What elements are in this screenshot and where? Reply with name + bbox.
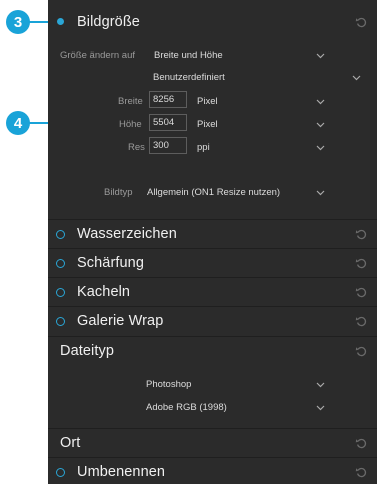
section-header-wasserzeichen[interactable]: Wasserzeichen xyxy=(48,220,377,248)
section-title-galerie-wrap: Galerie Wrap xyxy=(77,313,164,329)
chevron-down-icon[interactable] xyxy=(316,99,325,105)
width-unit-select[interactable]: Pixel xyxy=(197,96,218,107)
reset-icon[interactable] xyxy=(355,286,367,298)
section-header-schaerfung[interactable]: Schärfung xyxy=(48,249,377,277)
chevron-down-icon[interactable] xyxy=(316,190,325,196)
resize-mode-select[interactable]: Breite und Höhe xyxy=(154,50,223,61)
reset-icon[interactable] xyxy=(355,228,367,240)
section-enable-toggle[interactable] xyxy=(56,288,65,297)
section-title-schaerfung: Schärfung xyxy=(77,255,144,271)
section-title-dateityp: Dateityp xyxy=(60,343,114,359)
callout-badge-3: 3 xyxy=(6,10,30,34)
chevron-down-icon[interactable] xyxy=(316,145,325,151)
resolution-input[interactable]: 300 xyxy=(149,137,187,154)
reset-icon[interactable] xyxy=(355,257,367,269)
section-header-bildgroesse[interactable]: Bildgröße xyxy=(48,8,377,36)
chevron-down-icon[interactable] xyxy=(316,53,325,59)
height-unit-select[interactable]: Pixel xyxy=(197,119,218,130)
section-header-galerie-wrap[interactable]: Galerie Wrap xyxy=(48,307,377,335)
section-enable-toggle[interactable] xyxy=(56,468,65,477)
image-type-label: Bildtyp xyxy=(104,187,133,198)
section-header-dateityp[interactable]: Dateityp xyxy=(48,337,377,365)
reset-icon[interactable] xyxy=(355,315,367,327)
section-header-ort[interactable]: Ort xyxy=(48,429,377,457)
preset-select[interactable]: Benutzerdefiniert xyxy=(153,72,225,83)
reset-icon[interactable] xyxy=(355,466,367,478)
file-format-select[interactable]: Photoshop xyxy=(146,379,191,390)
width-label: Breite xyxy=(118,96,143,107)
resolution-unit-select[interactable]: ppi xyxy=(197,142,210,153)
chevron-down-icon[interactable] xyxy=(316,122,325,128)
section-title-ort: Ort xyxy=(60,435,81,451)
image-type-select[interactable]: Allgemein (ON1 Resize nutzen) xyxy=(147,187,280,198)
section-title-bildgroesse: Bildgröße xyxy=(77,14,140,30)
height-input[interactable]: 5504 xyxy=(149,114,187,131)
section-title-umbenennen: Umbenennen xyxy=(77,464,166,480)
section-enable-toggle[interactable] xyxy=(56,230,65,239)
section-title-wasserzeichen: Wasserzeichen xyxy=(77,226,177,242)
reset-icon[interactable] xyxy=(355,345,367,357)
section-enabled-dot[interactable] xyxy=(57,18,64,25)
section-header-kacheln[interactable]: Kacheln xyxy=(48,278,377,306)
width-input[interactable]: 8256 xyxy=(149,91,187,108)
color-space-select[interactable]: Adobe RGB (1998) xyxy=(146,402,227,413)
chevron-down-icon[interactable] xyxy=(316,382,325,388)
section-header-umbenennen[interactable]: Umbenennen xyxy=(48,458,377,484)
chevron-down-icon[interactable] xyxy=(316,405,325,411)
section-title-kacheln: Kacheln xyxy=(77,284,131,300)
chevron-down-icon[interactable] xyxy=(352,75,361,81)
export-settings-panel: Bildgröße Größe ändern auf Breite und Hö… xyxy=(48,0,377,484)
height-label: Höhe xyxy=(119,119,142,130)
reset-icon[interactable] xyxy=(355,16,367,28)
section-enable-toggle[interactable] xyxy=(56,317,65,326)
reset-icon[interactable] xyxy=(355,437,367,449)
resize-mode-label: Größe ändern auf xyxy=(60,50,135,61)
resolution-label: Res xyxy=(128,142,145,153)
callout-badge-4: 4 xyxy=(6,111,30,135)
section-enable-toggle[interactable] xyxy=(56,259,65,268)
